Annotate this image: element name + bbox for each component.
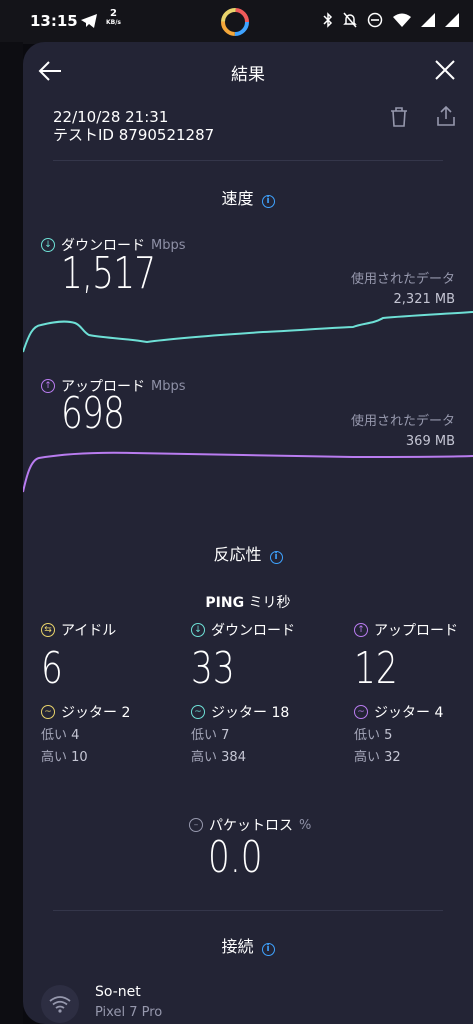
idle-low: 低い 4: [41, 728, 80, 743]
download-high: 高い 384: [191, 750, 246, 765]
upload-arrow-icon: ↑: [354, 623, 368, 637]
app-ring-icon: [221, 8, 249, 36]
speed-section-title: 速度 i: [23, 185, 473, 209]
download-ping-value: 33: [191, 643, 235, 694]
bell-off-icon: [343, 12, 357, 28]
ping-download-label: ↓ ダウンロード: [191, 620, 321, 640]
status-icons: [323, 12, 459, 28]
wifi-icon: [393, 13, 411, 27]
idle-jitter: ~ ジッター 2: [41, 702, 171, 722]
test-id: テストID 8790521287: [53, 126, 215, 144]
download-speed-line: [23, 311, 473, 353]
connection-section-title: 接続 i: [23, 933, 473, 957]
upload-speed-value: 698: [61, 388, 125, 439]
wifi-connection-icon: [41, 985, 79, 1023]
download-arrow-icon: ↓: [191, 623, 205, 637]
ping-download-column: ↓ ダウンロード 33 ~ ジッター 18 低い 7 高い 384: [191, 620, 321, 766]
upload-high: 高い 32: [354, 750, 401, 765]
status-bar: 13:15 2 KB/s: [0, 0, 473, 44]
jitter-icon: ~: [191, 705, 205, 719]
packet-loss-icon: –: [189, 818, 203, 832]
jitter-icon: ~: [41, 705, 55, 719]
idle-high: 高い 10: [41, 750, 88, 765]
info-icon[interactable]: i: [261, 943, 275, 956]
signal-icon: [421, 13, 435, 27]
isp-name: So-net: [95, 984, 141, 1000]
download-jitter: ~ ジッター 18: [191, 702, 321, 722]
idle-ping-value: 6: [41, 643, 63, 694]
jitter-icon: ~: [354, 705, 368, 719]
idle-label: ⇆ アイドル: [41, 620, 171, 640]
responsiveness-section-title: 反応性 i: [23, 541, 473, 565]
ping-upload-column: ↑ アップロード 12 ~ ジッター 4 低い 5 高い 32: [354, 620, 473, 766]
trash-icon[interactable]: [389, 106, 409, 128]
device-name: Pixel 7 Pro: [95, 1005, 163, 1020]
upload-arrow-icon: ↑: [41, 379, 55, 393]
bluetooth-icon: [323, 12, 333, 28]
share-icon[interactable]: [435, 105, 457, 127]
result-date: 22/10/28 21:31: [53, 108, 169, 126]
info-icon[interactable]: i: [269, 551, 283, 564]
idle-icon: ⇆: [41, 623, 55, 637]
upload-speed-chart: [23, 451, 473, 493]
download-low: 低い 7: [191, 728, 230, 743]
upload-speed-line: [23, 451, 473, 493]
divider: [53, 910, 443, 911]
background-strip: [0, 42, 23, 1024]
close-icon[interactable]: [433, 58, 457, 82]
telegram-icon: [81, 14, 97, 28]
battery-icon: [445, 13, 459, 27]
upload-low: 低い 5: [354, 728, 393, 743]
download-speed-chart: [23, 311, 473, 353]
ping-upload-label: ↑ アップロード: [354, 620, 473, 640]
download-speed-value: 1,517: [61, 248, 156, 299]
do-not-disturb-icon: [367, 12, 383, 28]
status-time: 13:15: [30, 12, 78, 30]
info-icon[interactable]: i: [261, 195, 275, 208]
upload-jitter: ~ ジッター 4: [354, 702, 473, 722]
page-title: 結果: [231, 65, 265, 85]
result-meta: 22/10/28 21:31 テストID 8790521287: [53, 108, 214, 144]
network-speed: 2 KB/s: [106, 8, 121, 27]
divider: [53, 160, 443, 161]
ping-idle-column: ⇆ アイドル 6 ~ ジッター 2 低い 4 高い 10: [41, 620, 171, 766]
upload-ping-value: 12: [354, 643, 398, 694]
download-arrow-icon: ↓: [41, 238, 55, 252]
ping-title: PING ミリ秒: [205, 595, 291, 611]
result-sheet: 結果 22/10/28 21:31 テストID 8790521287 速度 i ↓…: [23, 42, 473, 1024]
header: 結果: [23, 42, 473, 100]
packet-loss-value: 0.0: [208, 832, 263, 883]
